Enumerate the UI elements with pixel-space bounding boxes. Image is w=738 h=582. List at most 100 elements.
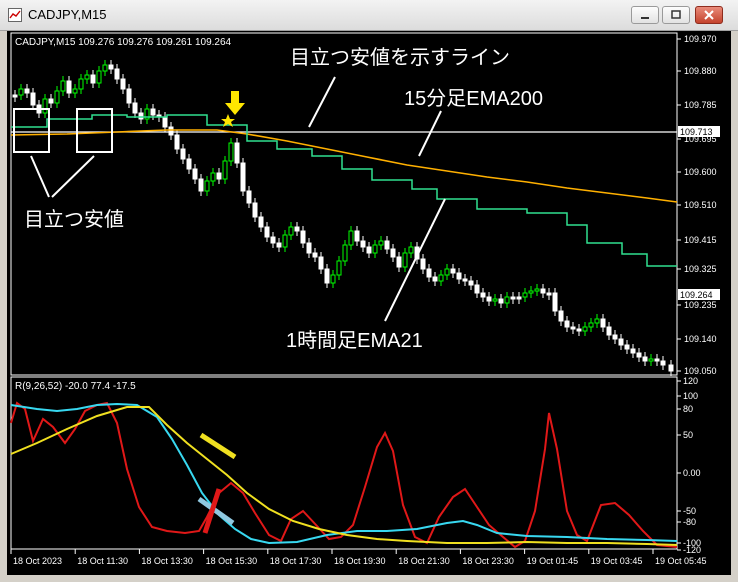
price-tag-current-text: 109.264 (680, 290, 713, 300)
ema21-h1-line (11, 114, 677, 267)
low-box-1 (13, 108, 50, 153)
candle-body (138, 112, 144, 120)
candle-body (648, 358, 654, 362)
candle-body (492, 298, 498, 302)
candle-body (282, 234, 288, 248)
candle-body (42, 98, 48, 114)
candle-body (174, 134, 180, 150)
price-tick-label: 109.050 (684, 366, 717, 376)
indicator-fast-line (10, 401, 678, 549)
time-tick-label: 19 Oct 03:45 (591, 556, 643, 566)
price-tick-label: 109.140 (684, 334, 717, 344)
time-tick-label: 18 Oct 21:30 (398, 556, 450, 566)
price-axis: 109.970109.880109.785109.695109.600109.5… (677, 34, 717, 376)
indicator-tick-label: -50 (683, 506, 696, 516)
time-tick-label: 19 Oct 05:45 (655, 556, 707, 566)
candle-body (606, 326, 612, 336)
candle-body (222, 160, 228, 180)
time-tick-label: 19 Oct 01:45 (527, 556, 579, 566)
close-button[interactable] (695, 6, 723, 24)
annotation-ema200-label: 15分足EMA200 (404, 87, 543, 110)
indicator-mid-line (10, 402, 678, 545)
indicator-tick-label: 0.00 (683, 468, 701, 478)
indicator-tick-label: 50 (683, 430, 693, 440)
candle-body (600, 318, 606, 328)
candle-body (276, 242, 282, 248)
candle-body (72, 88, 78, 94)
candle-body (582, 326, 588, 332)
maximize-button[interactable] (662, 6, 690, 24)
candle-body (456, 272, 462, 280)
chart-area[interactable]: CADJPY,M15 109.276 109.276 109.261 109.2… (7, 31, 731, 575)
candle-body (504, 296, 510, 304)
candle-body (594, 318, 600, 324)
candle-body (246, 190, 252, 204)
price-tick-label: 109.785 (684, 100, 717, 110)
candle-body (348, 230, 354, 246)
candle-body (546, 292, 552, 296)
candle-body (408, 246, 414, 254)
annotation-arrow-line (308, 76, 336, 128)
time-tick-label: 18 Oct 15:30 (206, 556, 258, 566)
candle-body (204, 180, 210, 192)
candle-body (306, 242, 312, 254)
low-pointer-2 (51, 155, 95, 198)
candle-body (84, 74, 90, 80)
candle-body (324, 268, 330, 284)
candle-body (438, 274, 444, 282)
time-tick-label: 18 Oct 13:30 (141, 556, 193, 566)
candle-body (192, 168, 198, 180)
candle-body (90, 74, 96, 84)
candle-body (168, 126, 174, 136)
minimize-button[interactable] (631, 6, 659, 24)
candle-body (564, 320, 570, 328)
main-price-panel[interactable]: CADJPY,M15 109.276 109.276 109.261 109.2… (10, 32, 678, 376)
price-tag-line: 109.713 (678, 126, 720, 137)
candle-body (270, 236, 276, 244)
indicator-panel[interactable]: R(9,26,52) -20.0 77.4 -17.5 (10, 376, 678, 550)
candle-body (264, 226, 270, 238)
candle-body (432, 276, 438, 282)
candle-body (318, 256, 324, 270)
candle-body (234, 142, 240, 164)
candle-body (60, 80, 66, 92)
candle-body (668, 364, 674, 372)
candle-body (366, 246, 372, 254)
price-tick-label: 109.325 (684, 264, 717, 274)
candle-body (552, 292, 558, 312)
time-axis: 18 Oct 2023 18 Oct 11:30 18 Oct 13:30 18 Oc… (10, 549, 707, 566)
ema200-line (10, 129, 678, 203)
candle-body (522, 292, 528, 298)
candle-body (54, 90, 60, 104)
candle-body (618, 338, 624, 346)
candle-body (312, 252, 318, 258)
time-tick-label: 18 Oct 2023 (13, 556, 62, 566)
candle-body (216, 172, 222, 180)
candle-body (150, 108, 156, 116)
annotation-lows-label: 目立つ安値 (24, 208, 124, 231)
price-tag-line-text: 109.713 (680, 127, 713, 137)
price-tick-label: 109.235 (684, 300, 717, 310)
title-bar[interactable]: CADJPY,M15 (0, 0, 738, 31)
indicator-slow-line (10, 406, 678, 546)
candle-body (384, 240, 390, 250)
candle-body (474, 284, 480, 294)
candle-body (258, 216, 264, 228)
candle-body (300, 230, 306, 244)
candle-body (102, 64, 108, 72)
indicator-tick-label: 80 (683, 404, 693, 414)
candle-body (510, 296, 516, 300)
candle-body (228, 142, 234, 162)
candle-body (198, 178, 204, 192)
candle-body (402, 252, 408, 268)
candle-body (360, 240, 366, 248)
indicator-header: R(9,26,52) -20.0 77.4 -17.5 (15, 381, 136, 392)
candle-body (486, 296, 492, 302)
candle-body (48, 98, 54, 104)
candle-body (378, 240, 384, 246)
indicator-tick-label: -120 (683, 545, 701, 555)
annotation-ema200-pointer (418, 110, 442, 157)
candle-body (96, 70, 102, 84)
candle-body (516, 296, 522, 300)
candle-body (528, 290, 534, 294)
